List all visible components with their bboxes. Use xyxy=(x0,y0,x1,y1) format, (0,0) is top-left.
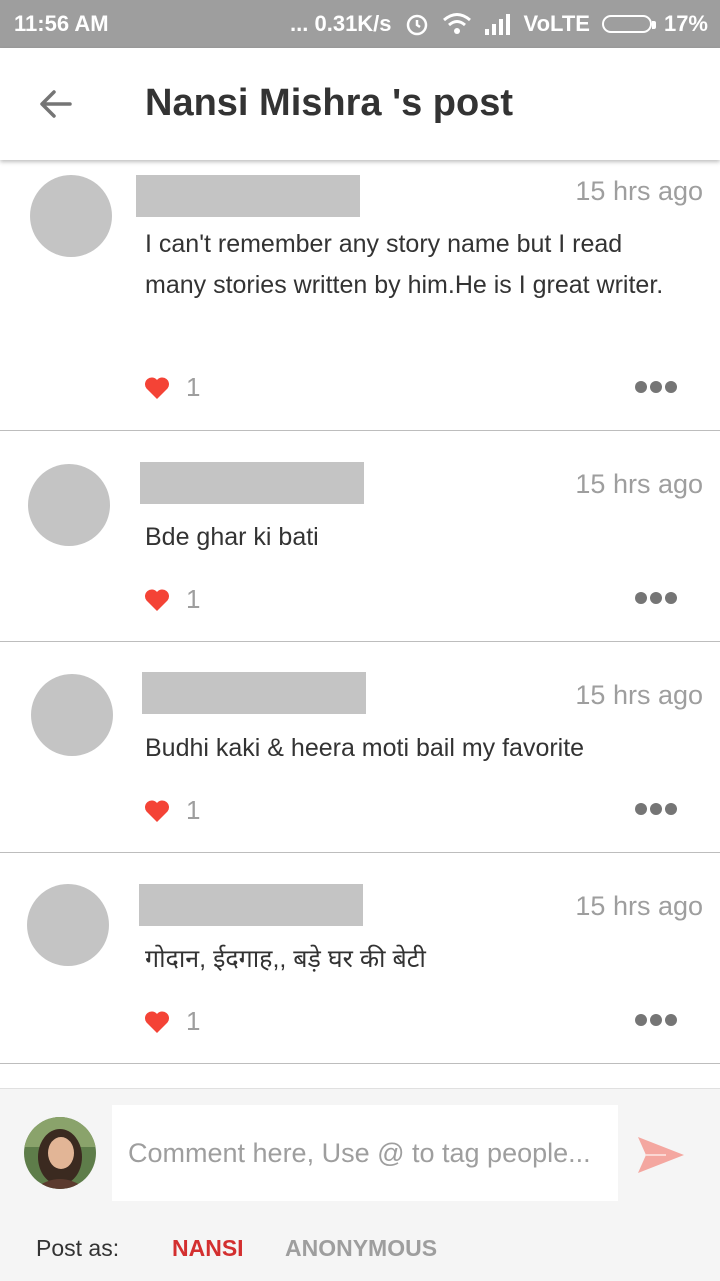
arrow-left-icon[interactable] xyxy=(36,84,76,124)
user-photo-icon xyxy=(24,1117,96,1189)
status-bar: 11:56 AM ... 0.31K/s VoLTE 17% xyxy=(0,0,720,48)
commenter-avatar[interactable] xyxy=(30,175,112,257)
comment-text: Budhi kaki & heera moti bail my favorite xyxy=(145,734,585,762)
signal-icon xyxy=(484,14,510,35)
more-options-icon[interactable] xyxy=(634,1013,678,1027)
like-count: 1 xyxy=(186,795,201,825)
commenter-name-redacted[interactable] xyxy=(136,175,360,217)
wifi-icon xyxy=(442,13,471,34)
comment-time: 15 hrs ago xyxy=(575,680,703,710)
commenter-name-redacted[interactable] xyxy=(139,884,363,926)
comment-item: 15 hrs ago गोदान, ईदगाह,, बड़े घर की बेट… xyxy=(0,853,720,1064)
comment-item: 15 hrs ago Bde ghar ki bati 1 xyxy=(0,431,720,642)
more-options-icon[interactable] xyxy=(634,591,678,605)
post-as-anonymous-option[interactable]: ANONYMOUS xyxy=(285,1235,437,1262)
commenter-name-redacted[interactable] xyxy=(142,672,366,714)
like-button[interactable]: 1 xyxy=(144,584,200,615)
comment-composer: Post as: NANSI ANONYMOUS xyxy=(0,1088,720,1281)
commenter-avatar[interactable] xyxy=(31,674,113,756)
heart-icon xyxy=(144,376,170,399)
user-avatar[interactable] xyxy=(24,1117,96,1189)
alarm-icon xyxy=(406,14,427,36)
like-button[interactable]: 1 xyxy=(144,795,200,826)
like-count: 1 xyxy=(186,1006,201,1036)
like-button[interactable]: 1 xyxy=(144,372,200,403)
net-speed: ... 0.31K/s xyxy=(290,11,392,36)
comment-text: Bde ghar ki bati xyxy=(145,523,319,551)
heart-icon xyxy=(144,588,170,611)
comment-item: 15 hrs ago I can't remember any story na… xyxy=(0,160,720,431)
status-time: 11:56 AM xyxy=(14,11,109,36)
like-button[interactable]: 1 xyxy=(144,1006,200,1037)
commenter-avatar[interactable] xyxy=(28,464,110,546)
app-bar: Nansi Mishra 's post xyxy=(0,48,720,160)
commenter-avatar[interactable] xyxy=(27,884,109,966)
more-options-icon[interactable] xyxy=(634,802,678,816)
commenter-name-redacted[interactable] xyxy=(140,462,364,504)
comment-time: 15 hrs ago xyxy=(575,176,703,206)
comment-time: 15 hrs ago xyxy=(575,469,703,499)
post-as-user-option[interactable]: NANSI xyxy=(172,1235,244,1262)
like-count: 1 xyxy=(186,584,201,614)
post-as-label: Post as: xyxy=(36,1235,120,1261)
battery-icon xyxy=(601,15,656,33)
page-title: Nansi Mishra 's post xyxy=(145,82,514,124)
network-label: VoLTE xyxy=(523,11,590,36)
battery-level: 17% xyxy=(663,11,708,36)
heart-icon xyxy=(144,1010,170,1033)
comment-input[interactable] xyxy=(112,1105,618,1201)
like-count: 1 xyxy=(186,372,201,402)
post-as-row: Post as: NANSI ANONYMOUS xyxy=(0,1217,720,1281)
comment-item: 15 hrs ago Budhi kaki & heera moti bail … xyxy=(0,642,720,853)
heart-icon xyxy=(144,799,170,822)
comment-text: गोदान, ईदगाह,, बड़े घर की बेटी xyxy=(145,945,426,973)
more-options-icon[interactable] xyxy=(634,380,678,394)
status-indicators: ... 0.31K/s VoLTE 17% xyxy=(290,11,708,37)
comment-text: I can't remember any story name but I re… xyxy=(145,230,664,299)
send-icon[interactable] xyxy=(636,1135,686,1175)
comment-time: 15 hrs ago xyxy=(575,891,703,921)
